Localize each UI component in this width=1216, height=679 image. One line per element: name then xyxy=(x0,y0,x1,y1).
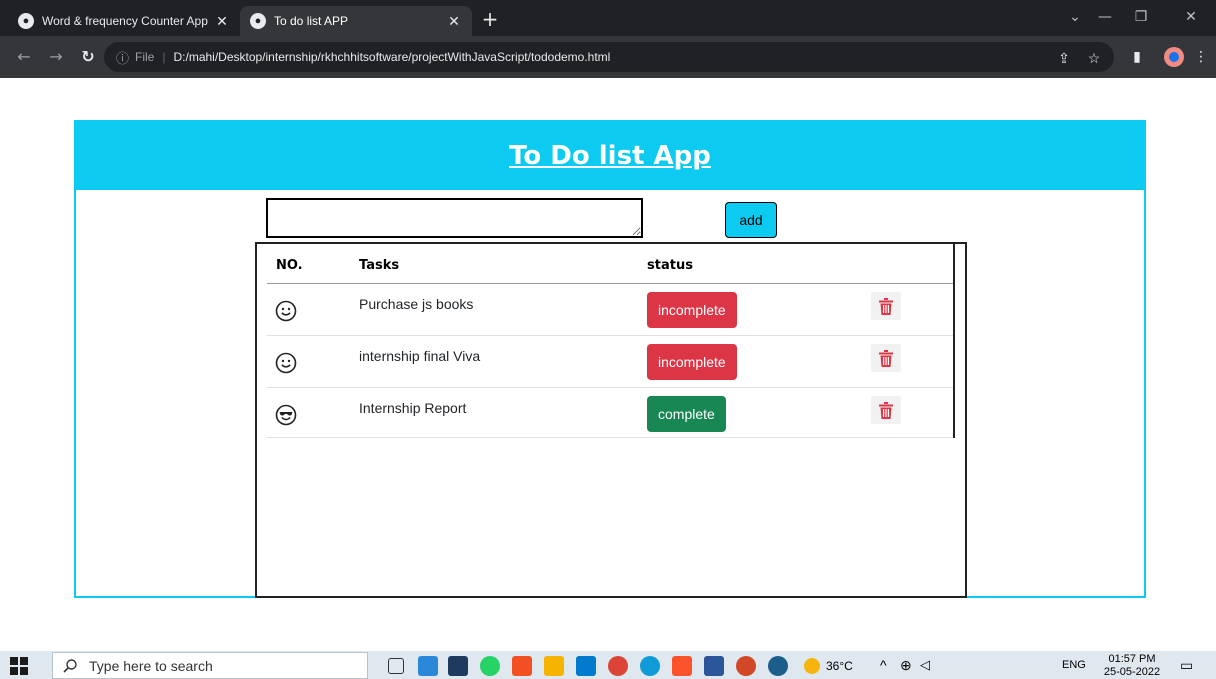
clock-date: 25-05-2022 xyxy=(1103,666,1161,678)
powerpoint-icon[interactable] xyxy=(736,656,756,676)
window-close-icon[interactable]: ✕ xyxy=(1176,6,1206,30)
status-badge[interactable]: incomplete xyxy=(647,292,737,328)
search-icon xyxy=(63,658,77,673)
clock[interactable]: 01:57 PM 25-05-2022 xyxy=(1100,653,1164,679)
browser-toolbar: ← → ↻ ⓘ File | D:/mahi/Desktop/internshi… xyxy=(0,36,1216,78)
status-badge[interactable]: incomplete xyxy=(647,344,737,380)
column-header-tasks: Tasks xyxy=(359,258,400,273)
globe-icon: ● xyxy=(18,13,34,29)
task-text: internship final Viva xyxy=(359,348,481,364)
weather-icon[interactable] xyxy=(804,658,820,674)
widgets-icon[interactable] xyxy=(418,656,438,676)
column-header-no: NO. xyxy=(276,258,303,273)
table-row: internship final Viva incomplete xyxy=(267,336,953,388)
tab-title: Word & frequency Counter App xyxy=(42,14,208,28)
tab-word-counter[interactable]: ● Word & frequency Counter App ✕ xyxy=(8,6,240,36)
office-icon[interactable] xyxy=(512,656,532,676)
column-header-status: status xyxy=(647,258,693,273)
app-header: To Do list App xyxy=(76,122,1144,190)
bookmark-star-icon[interactable]: ☆ xyxy=(1084,48,1104,68)
task-text: Internship Report xyxy=(359,400,467,416)
menu-dots-icon[interactable]: ⋮ xyxy=(1190,46,1212,68)
status-badge[interactable]: complete xyxy=(647,396,726,432)
cool-face-icon xyxy=(275,404,297,426)
page-title: To Do list App xyxy=(509,141,711,171)
file-explorer-icon[interactable] xyxy=(544,656,564,676)
globe-icon: ● xyxy=(250,13,266,29)
tab-search-icon[interactable]: ⌄ xyxy=(1060,6,1090,30)
task-input[interactable] xyxy=(266,198,643,238)
chrome-icon[interactable] xyxy=(608,656,628,676)
add-button[interactable]: add xyxy=(725,202,777,238)
windows-taskbar: Type here to search 36°C ^ ⊕ ◁ ENG 01:57… xyxy=(0,651,1216,679)
minimize-icon[interactable]: — xyxy=(1090,6,1120,30)
browser-tab-bar: ● Word & frequency Counter App ✕ ● To do… xyxy=(0,0,1216,36)
table-header-row: NO. Tasks status xyxy=(267,244,953,284)
reload-icon[interactable]: ↻ xyxy=(76,45,100,69)
share-icon[interactable]: ⇪ xyxy=(1054,48,1074,68)
chevron-up-icon[interactable]: ^ xyxy=(880,657,887,673)
help-icon[interactable] xyxy=(768,656,788,676)
trash-icon xyxy=(879,401,893,419)
vscode-icon[interactable] xyxy=(576,656,596,676)
windows-start-icon[interactable] xyxy=(10,657,28,675)
url-separator: | xyxy=(162,50,166,64)
table-row: Purchase js books incomplete xyxy=(267,284,953,336)
volume-icon[interactable]: ◁ xyxy=(920,657,930,673)
tab-title: To do list APP xyxy=(274,14,349,28)
task-text: Purchase js books xyxy=(359,296,474,312)
tab-todo-list[interactable]: ● To do list APP ✕ xyxy=(240,6,472,36)
close-icon[interactable]: ✕ xyxy=(446,13,462,30)
close-icon[interactable]: ✕ xyxy=(214,13,230,30)
todo-app: To Do list App add NO. Tasks status Purc… xyxy=(74,120,1146,598)
side-panel-icon[interactable]: ▮ xyxy=(1126,46,1148,68)
info-icon[interactable]: ⓘ xyxy=(116,48,129,67)
trash-icon xyxy=(879,297,893,315)
task-table-container: NO. Tasks status Purchase js books incom… xyxy=(255,242,967,598)
delete-button[interactable] xyxy=(871,396,901,424)
delete-button[interactable] xyxy=(871,344,901,372)
language-indicator[interactable]: ENG xyxy=(1062,659,1086,671)
smile-icon xyxy=(275,352,297,374)
word-icon[interactable] xyxy=(704,656,724,676)
url-text: D:/mahi/Desktop/internship/rkhchhitsoftw… xyxy=(173,50,611,64)
new-tab-button[interactable]: + xyxy=(478,8,502,32)
search-placeholder: Type here to search xyxy=(89,657,213,674)
task-table: NO. Tasks status Purchase js books incom… xyxy=(267,244,955,438)
back-icon[interactable]: ← xyxy=(12,45,36,69)
smile-icon xyxy=(275,300,297,322)
taskbar-search[interactable]: Type here to search xyxy=(52,652,368,679)
table-row: Internship Report complete xyxy=(267,388,953,438)
brave-icon[interactable] xyxy=(672,656,692,676)
clock-time: 01:57 PM xyxy=(1108,653,1156,665)
edge-icon[interactable] xyxy=(640,656,660,676)
address-bar[interactable]: ⓘ File | D:/mahi/Desktop/internship/rkhc… xyxy=(104,42,1114,72)
restore-icon[interactable]: ❐ xyxy=(1126,6,1156,30)
trash-icon xyxy=(879,349,893,367)
notification-icon[interactable]: ▭ xyxy=(1180,657,1193,674)
network-icon[interactable]: ⊕ xyxy=(900,657,912,674)
url-scheme: File xyxy=(135,50,155,64)
dev-app-icon[interactable] xyxy=(448,656,468,676)
whatsapp-icon[interactable] xyxy=(480,656,500,676)
forward-icon[interactable]: → xyxy=(44,45,68,69)
weather-temp: 36°C xyxy=(826,659,853,673)
task-view-icon[interactable] xyxy=(388,658,404,674)
delete-button[interactable] xyxy=(871,292,901,320)
profile-avatar[interactable] xyxy=(1164,47,1184,67)
